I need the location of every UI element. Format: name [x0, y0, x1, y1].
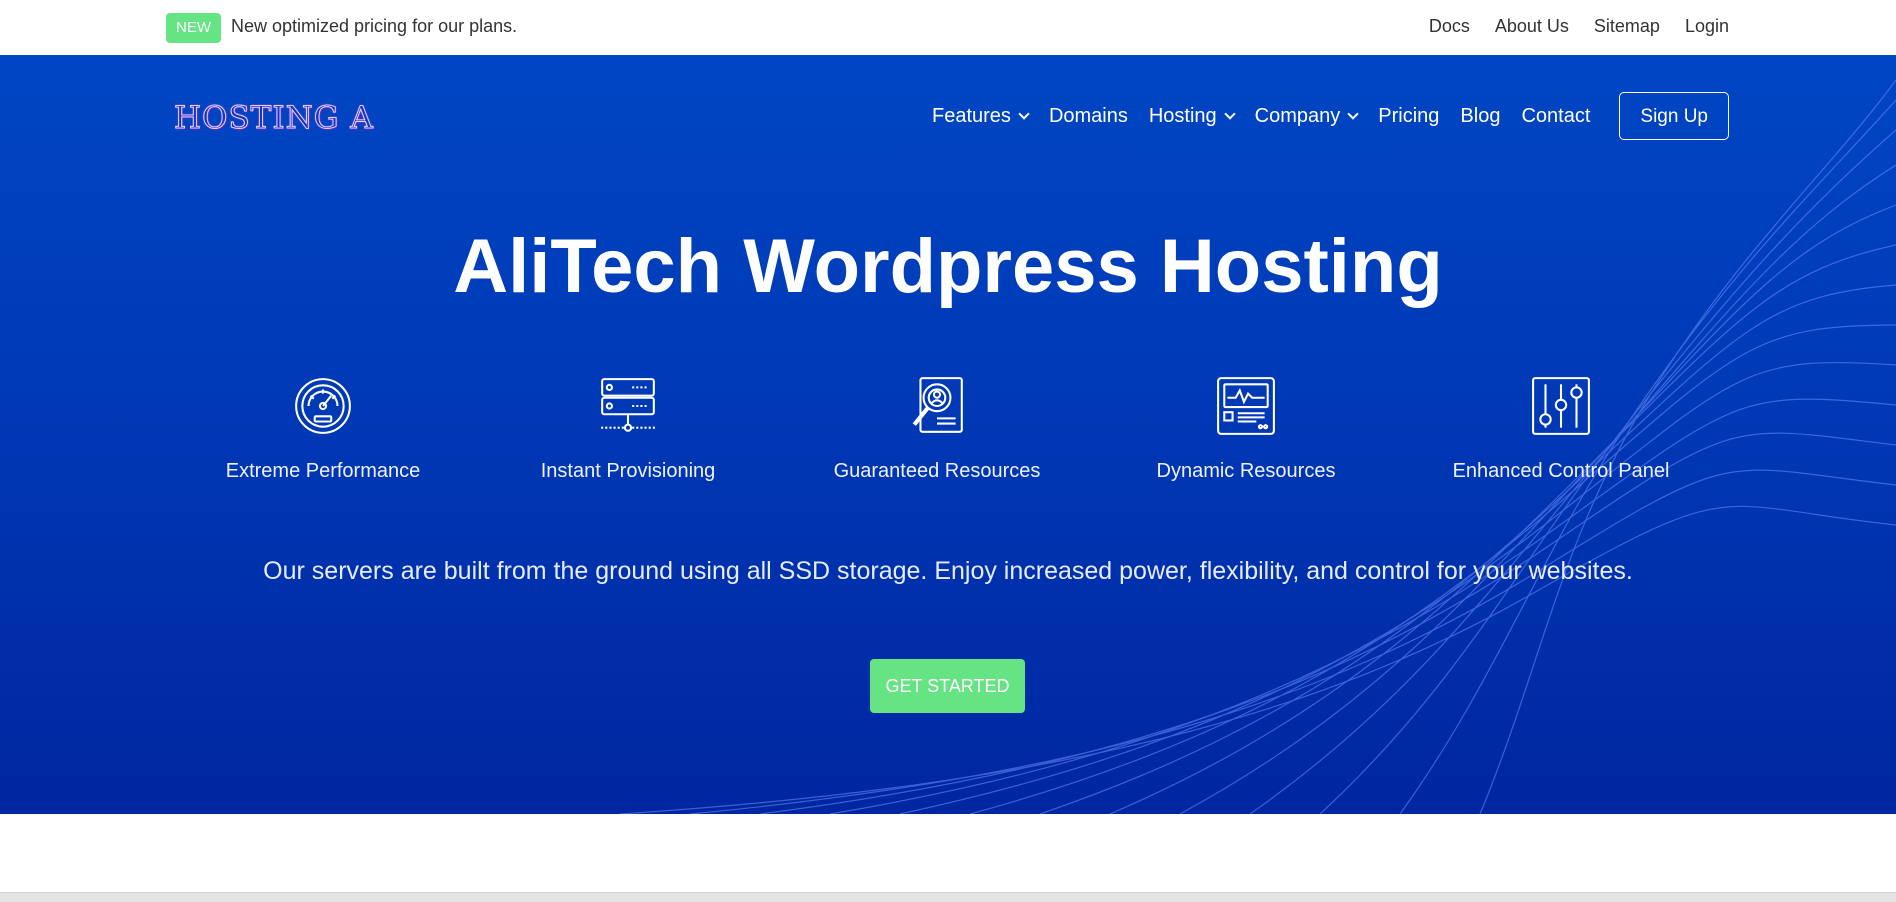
nav-item-pricing[interactable]: Pricing: [1378, 105, 1439, 128]
nav-item-label: Contact: [1521, 104, 1591, 127]
get-started-button[interactable]: GET STARTED: [870, 659, 1025, 713]
chevron-down-icon: [1347, 107, 1359, 120]
chevron-down-icon: [1224, 107, 1236, 120]
nav-item-label: Domains: [1048, 104, 1128, 127]
monitor-chart-icon: [1217, 377, 1275, 435]
nav-item-company[interactable]: Company: [1254, 104, 1359, 128]
sign-up-button[interactable]: Sign Up: [1619, 92, 1729, 140]
nav-item-label: Company: [1254, 104, 1341, 127]
browser-bottom-edge: [0, 892, 1896, 902]
search-document-icon: [912, 377, 963, 433]
top-link-docs[interactable]: Docs: [1429, 16, 1470, 37]
top-link-login[interactable]: Login: [1685, 16, 1729, 37]
chevron-down-icon: [1018, 107, 1030, 120]
nav-item-label: Blog: [1460, 104, 1501, 127]
feature-enhanced-control-panel: Enhanced Control Panel: [1431, 375, 1691, 483]
top-link-sitemap[interactable]: Sitemap: [1594, 16, 1660, 37]
nav-item-blog[interactable]: Blog: [1460, 105, 1500, 128]
feature-guaranteed-resources: Guaranteed Resources: [807, 375, 1067, 483]
feature-dynamic-resources: Dynamic Resources: [1116, 375, 1376, 483]
main-nav: Features Domains Hosting Company Pricing…: [911, 92, 1729, 140]
feature-label: Extreme Performance: [225, 460, 421, 482]
hero-title: AliTech Wordpress Hosting: [453, 224, 1443, 309]
feature-label: Enhanced Control Panel: [1452, 460, 1670, 482]
nav-item-label: Pricing: [1378, 104, 1440, 127]
feature-extreme-performance: Extreme Performance: [193, 375, 453, 483]
announcement-bar: NEW New optimized pricing for our plans.…: [0, 0, 1896, 55]
new-badge: NEW: [166, 13, 221, 43]
server-icon: [601, 378, 655, 432]
announcement-text[interactable]: New optimized pricing for our plans.: [231, 16, 517, 37]
nav-item-features[interactable]: Features: [932, 104, 1030, 128]
top-link-about-us[interactable]: About Us: [1495, 16, 1569, 37]
sliders-icon: [1532, 377, 1590, 435]
feature-instant-provisioning: Instant Provisioning: [498, 375, 758, 483]
feature-label: Instant Provisioning: [540, 460, 716, 482]
hero-tagline: Our servers are built from the ground us…: [263, 557, 1633, 585]
nav-item-label: Features: [932, 104, 1011, 127]
hosting-logo[interactable]: HOSTING A: [174, 100, 374, 137]
nav-item-domains[interactable]: Domains: [1049, 105, 1128, 128]
speedometer-icon: [295, 378, 351, 434]
feature-label: Guaranteed Resources: [833, 460, 1041, 482]
hero-section: HOSTING A Features Domains Hosting Compa…: [0, 55, 1896, 814]
nav-item-label: Hosting: [1148, 104, 1217, 127]
top-links: Docs About Us Sitemap Login: [1429, 16, 1729, 37]
feature-label: Dynamic Resources: [1156, 460, 1336, 482]
nav-item-hosting[interactable]: Hosting: [1148, 104, 1236, 128]
nav-item-contact[interactable]: Contact: [1521, 105, 1590, 128]
